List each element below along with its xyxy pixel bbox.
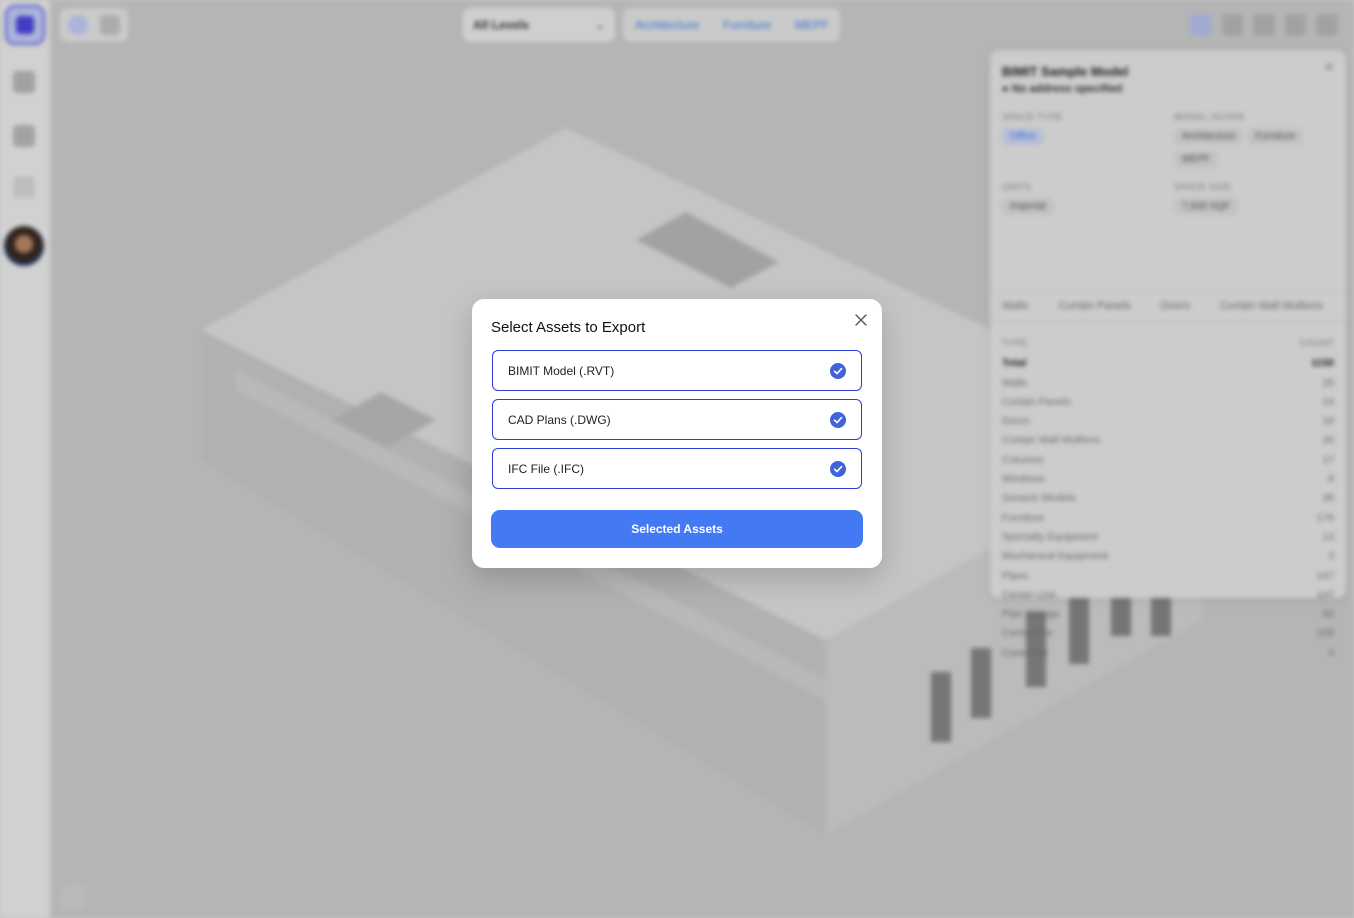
selected-assets-button[interactable]: Selected Assets — [491, 510, 863, 548]
option-label: IFC File (.IFC) — [508, 462, 584, 476]
check-circle-icon — [830, 412, 846, 428]
option-label: CAD Plans (.DWG) — [508, 413, 611, 427]
check-circle-icon — [830, 363, 846, 379]
option-label: BIMIT Model (.RVT) — [508, 364, 615, 378]
close-icon[interactable] — [852, 311, 870, 329]
export-dialog: Select Assets to Export BIMIT Model (.RV… — [472, 299, 882, 568]
option-ifc[interactable]: IFC File (.IFC) — [492, 448, 862, 489]
option-dwg[interactable]: CAD Plans (.DWG) — [492, 399, 862, 440]
check-circle-icon — [830, 461, 846, 477]
option-rvt[interactable]: BIMIT Model (.RVT) — [492, 350, 862, 391]
dialog-title: Select Assets to Export — [491, 319, 646, 336]
